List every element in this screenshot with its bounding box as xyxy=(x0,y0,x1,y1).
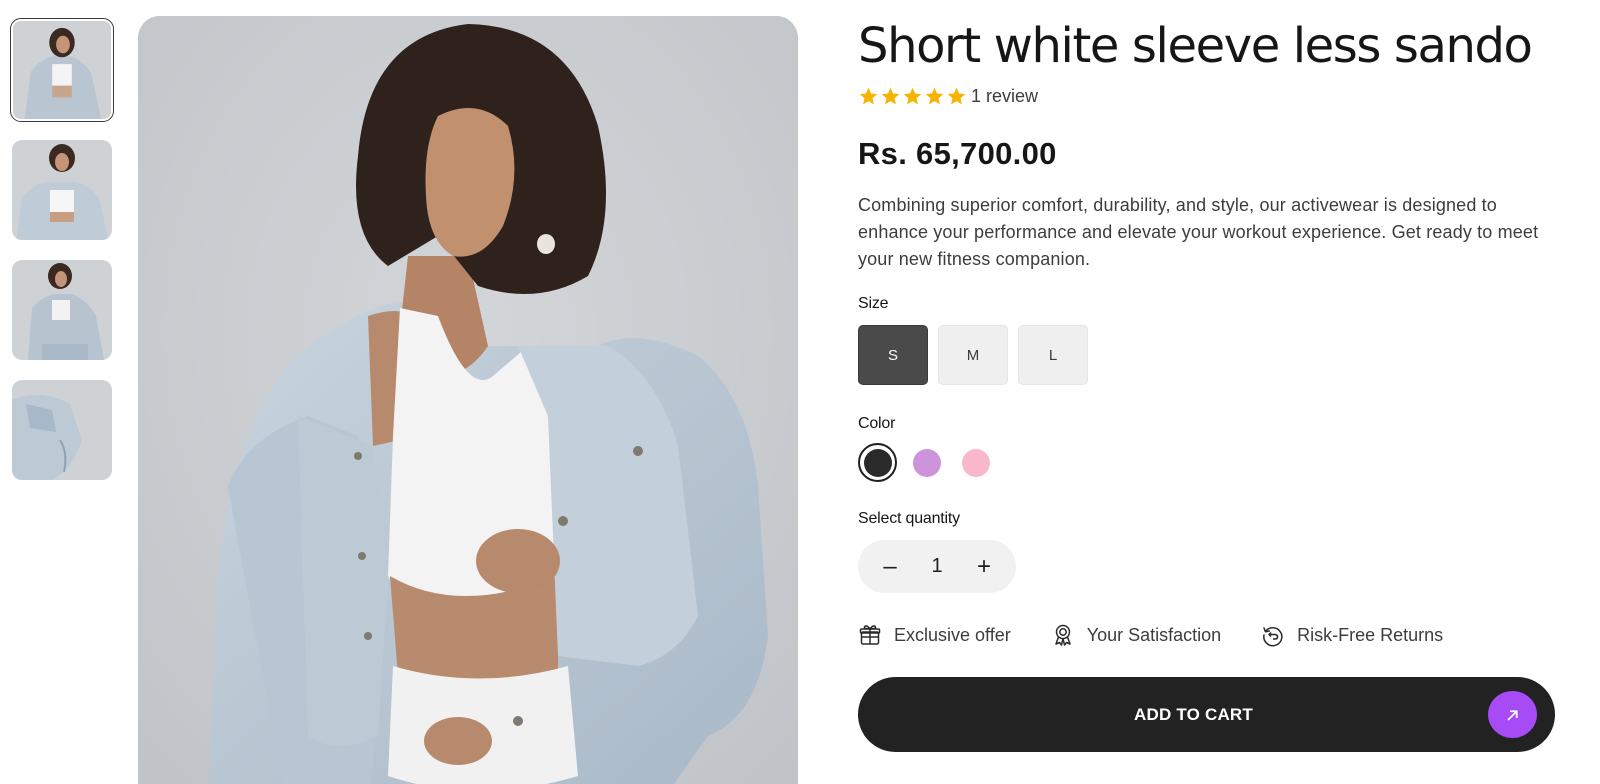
product-description: Combining superior comfort, durability, … xyxy=(858,195,1539,269)
arrow-glyph xyxy=(1507,709,1518,720)
quantity-value[interactable]: 1 xyxy=(931,555,942,578)
star-icon xyxy=(925,87,944,104)
color-swatch-fill xyxy=(961,448,990,477)
quantity-stepper: – 1 + xyxy=(858,540,1016,593)
product-main-image xyxy=(138,16,798,784)
add-to-cart-label: ADD TO CART xyxy=(1134,704,1253,724)
perks-list: Exclusive offer Your Satisfaction Risk-F… xyxy=(858,623,1558,647)
perk-returns: Risk-Free Returns xyxy=(1261,623,1443,647)
thumbnail-3[interactable] xyxy=(12,260,112,360)
size-option-l[interactable]: L xyxy=(1018,325,1088,385)
product-price: Rs. 65,700.00 xyxy=(858,136,1057,171)
perk-label: Exclusive offer xyxy=(894,624,1011,645)
perk-label: Your Satisfaction xyxy=(1086,624,1222,645)
color-selector xyxy=(858,443,1558,482)
thumbnail-2[interactable] xyxy=(12,140,112,240)
size-option-m[interactable]: M xyxy=(938,325,1008,385)
quantity-decrease-button[interactable]: – xyxy=(878,553,902,581)
size-label: Size xyxy=(858,295,889,312)
thumbnail-list xyxy=(10,18,114,500)
product-rating[interactable]: 1 review xyxy=(858,84,1558,108)
review-count-link[interactable]: 1 review xyxy=(971,86,1038,107)
color-swatch-purple[interactable] xyxy=(907,443,946,482)
color-swatch-fill xyxy=(912,448,941,477)
star-icon xyxy=(859,87,878,104)
perk-exclusive-offer: Exclusive offer xyxy=(858,623,1011,647)
color-swatch-fill xyxy=(863,448,892,477)
perk-satisfaction: Your Satisfaction xyxy=(1051,623,1221,647)
star-icon xyxy=(903,87,922,104)
perk-label: Risk-Free Returns xyxy=(1297,624,1444,645)
star-icon xyxy=(881,87,900,104)
thumbnail-4[interactable] xyxy=(12,380,112,480)
star-icon xyxy=(947,87,966,104)
quantity-label: Select quantity xyxy=(858,510,960,527)
add-to-cart-button[interactable]: ADD TO CART xyxy=(858,677,1555,752)
size-selector: S M L xyxy=(858,325,1558,385)
product-title: Short white sleeve less sando xyxy=(858,18,1533,74)
quantity-increase-button[interactable]: + xyxy=(972,553,996,581)
award-icon xyxy=(1054,624,1071,646)
thumbnail-image xyxy=(12,380,112,480)
thumbnail-image xyxy=(12,140,112,240)
color-label: Color xyxy=(858,415,896,432)
return-icon xyxy=(1263,627,1283,647)
product-photo xyxy=(138,16,798,784)
color-swatch-pink[interactable] xyxy=(956,443,995,482)
thumbnail-image xyxy=(13,21,111,119)
gift-icon xyxy=(859,625,881,645)
color-swatch-black[interactable] xyxy=(858,443,897,482)
arrow-up-right-icon[interactable] xyxy=(1488,691,1537,738)
size-option-s[interactable]: S xyxy=(858,325,928,385)
product-details: Short white sleeve less sando 1 review R… xyxy=(858,16,1558,752)
thumbnail-1[interactable] xyxy=(10,18,114,122)
thumbnail-image xyxy=(12,260,112,360)
